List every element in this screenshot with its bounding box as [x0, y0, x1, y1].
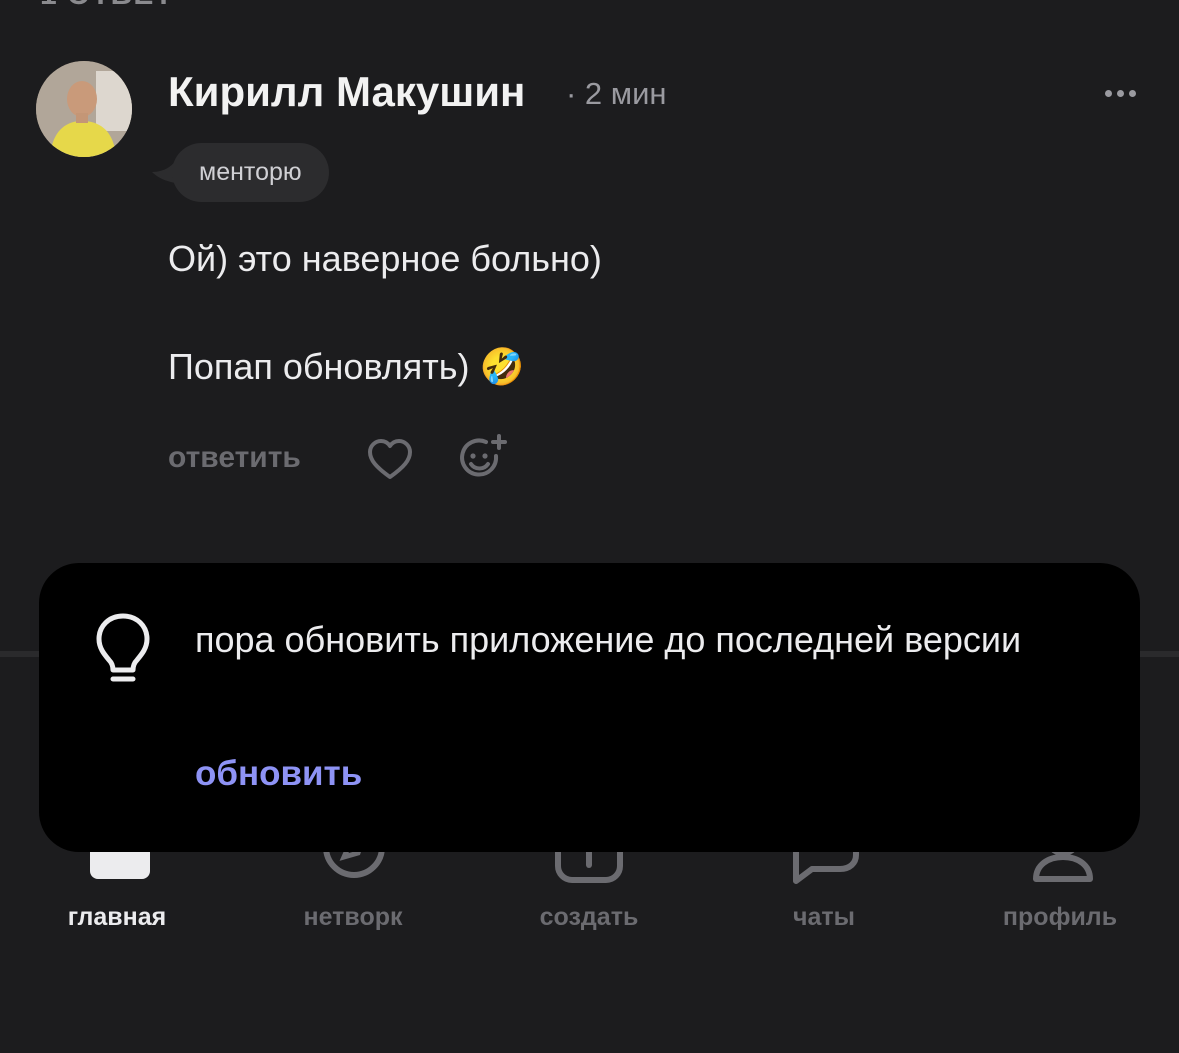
more-dot [1104, 89, 1112, 97]
toast-message: пора обновить приложение до последней ве… [195, 619, 1022, 660]
tab-chats[interactable]: чаты [724, 903, 924, 932]
tab-network[interactable]: нетворк [253, 903, 453, 932]
like-heart-icon[interactable] [366, 436, 414, 484]
replies-header: 1 ОТВЕТ [40, 0, 174, 12]
tab-profile[interactable]: профиль [960, 903, 1160, 932]
comment-timestamp: · 2 мин [566, 76, 667, 111]
message-line-2: Попап обновлять) 🤣 [168, 346, 525, 387]
author-name[interactable]: Кирилл Макушин [168, 68, 525, 116]
lightbulb-icon [96, 613, 150, 682]
reply-to-tag[interactable]: менторю [172, 143, 329, 202]
avatar-photo-icon [36, 61, 132, 157]
tab-create[interactable]: создать [489, 903, 689, 932]
tab-home[interactable]: главная [17, 903, 217, 932]
reply-button[interactable]: ответить [168, 441, 301, 475]
update-toast: пора обновить приложение до последней ве… [39, 563, 1140, 852]
more-dot [1116, 89, 1124, 97]
add-reaction-icon[interactable] [456, 432, 510, 486]
message-line-1: Ой) это наверное больно) [168, 238, 602, 279]
avatar[interactable] [36, 61, 132, 157]
more-options-icon[interactable] [1098, 80, 1142, 106]
more-dot [1128, 89, 1136, 97]
update-button[interactable]: обновить [195, 754, 362, 794]
